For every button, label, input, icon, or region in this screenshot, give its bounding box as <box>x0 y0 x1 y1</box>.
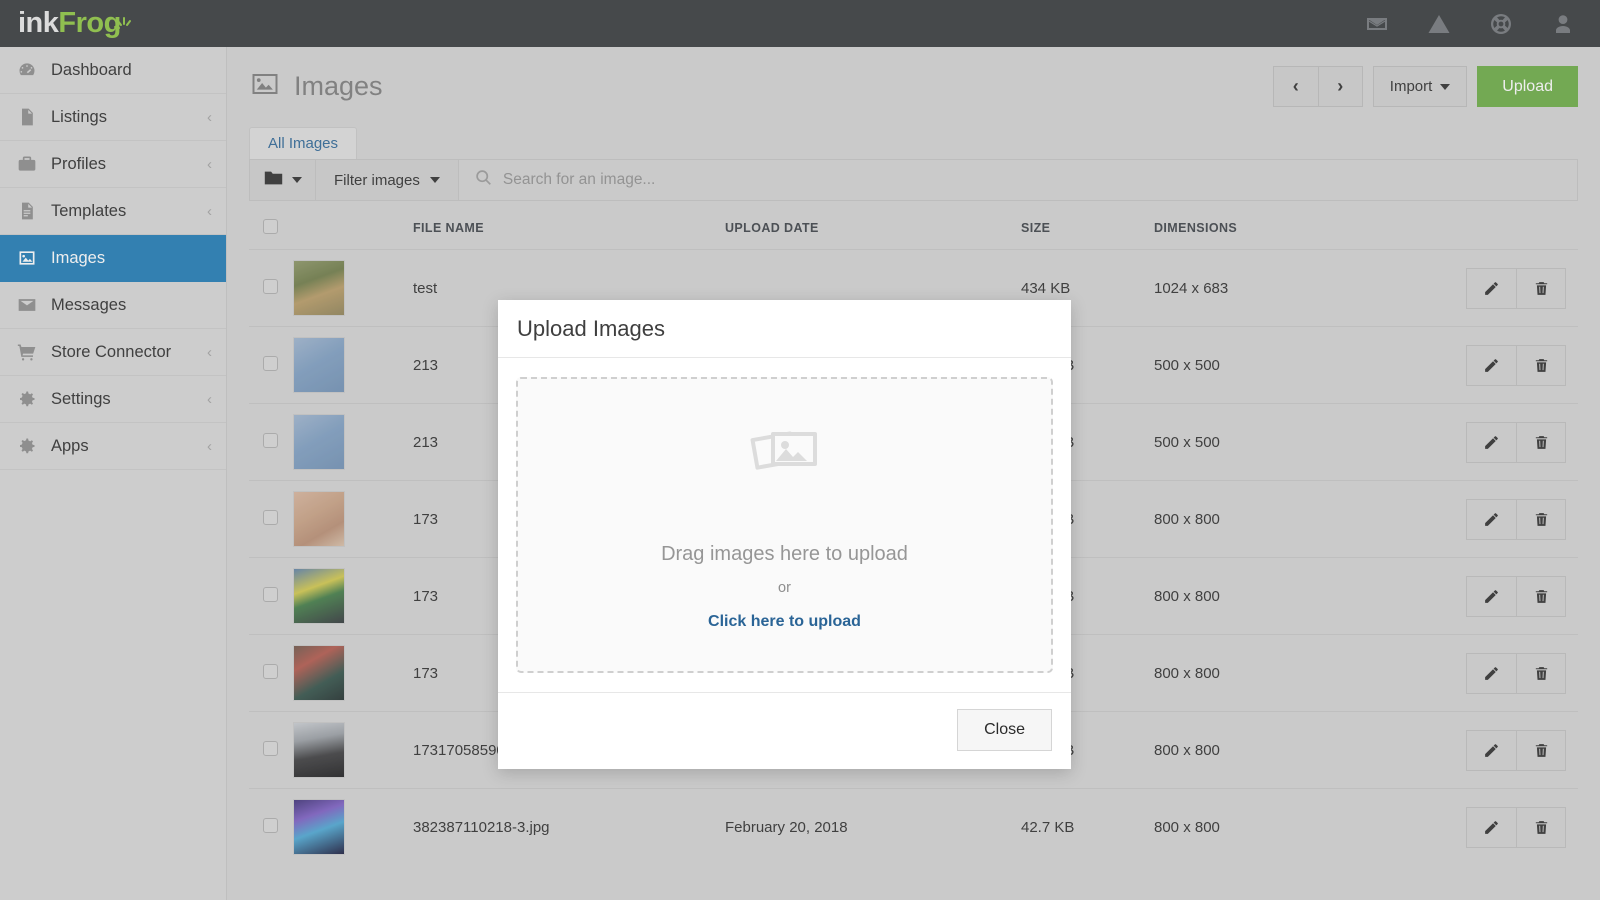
dropzone-drag-text: Drag images here to upload <box>661 543 908 566</box>
dropzone-or-text: or <box>778 580 791 596</box>
modal-footer: Close <box>498 692 1071 766</box>
modal-title: Upload Images <box>517 316 665 342</box>
app-root: inkFrog Dashboard <box>0 0 1600 900</box>
modal-header: Upload Images <box>498 300 1071 358</box>
image-dropzone[interactable]: Drag images here to upload or Click here… <box>516 377 1053 673</box>
close-button[interactable]: Close <box>957 709 1052 751</box>
modal-body: Drag images here to upload or Click here… <box>498 358 1071 692</box>
images-stack-icon <box>749 420 821 485</box>
upload-images-modal: Upload Images Drag images here to upload… <box>498 300 1071 769</box>
dropzone-click-link[interactable]: Click here to upload <box>708 613 861 631</box>
